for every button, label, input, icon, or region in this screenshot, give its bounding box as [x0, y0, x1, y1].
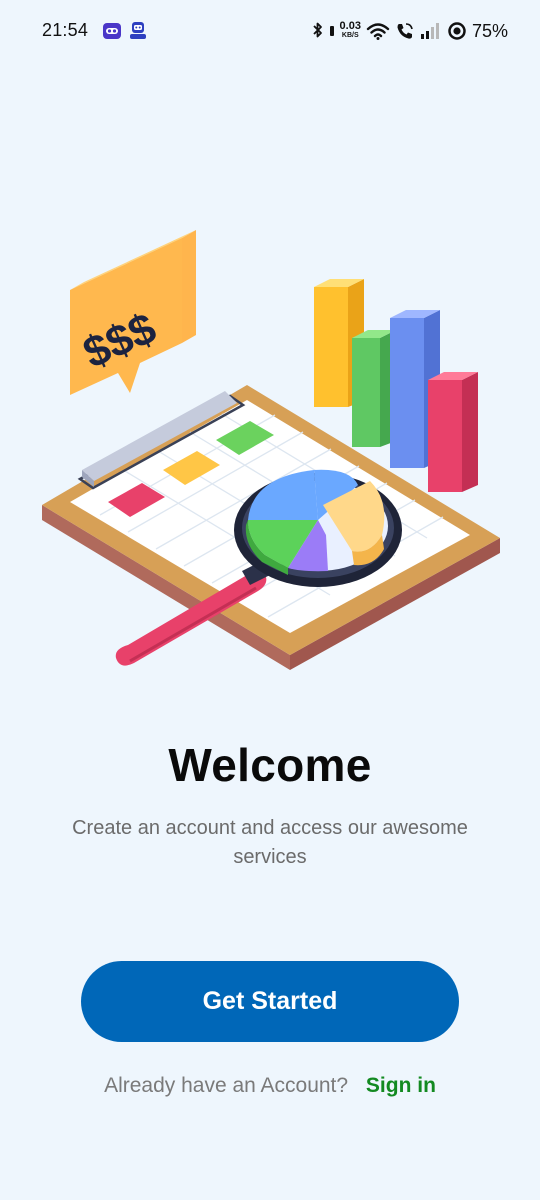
vibrate-icon [329, 26, 334, 36]
wifi-icon [366, 23, 390, 40]
signin-link[interactable]: Sign in [366, 1074, 436, 1097]
wifi-calling-icon [397, 23, 413, 39]
welcome-subtitle: Create an account and access our awesome… [72, 817, 468, 868]
battery-percent: 75% [471, 20, 508, 41]
robot-app-icon [130, 22, 146, 39]
signin-row: Already have an Account? Sign in [0, 1074, 540, 1098]
network-speed: 0.03 KB/S [339, 20, 361, 40]
welcome-title: Welcome [168, 739, 372, 791]
game-controller-icon [103, 23, 121, 39]
battery-icon [448, 22, 466, 40]
net-speed-unit: KB/S [341, 32, 359, 39]
signin-prompt: Already have an Account? [104, 1074, 349, 1097]
status-bar: 21:54 0.03 KB/S 75% [0, 0, 540, 64]
get-started-button[interactable]: Get Started [81, 961, 459, 1042]
status-time: 21:54 [42, 20, 89, 40]
finance-analytics-illustration: $$$ [42, 230, 500, 670]
signal-icon [420, 23, 439, 39]
status-icons: 0.03 KB/S 75% [312, 18, 508, 44]
bluetooth-icon [312, 22, 322, 38]
net-speed-value: 0.03 [339, 20, 361, 32]
